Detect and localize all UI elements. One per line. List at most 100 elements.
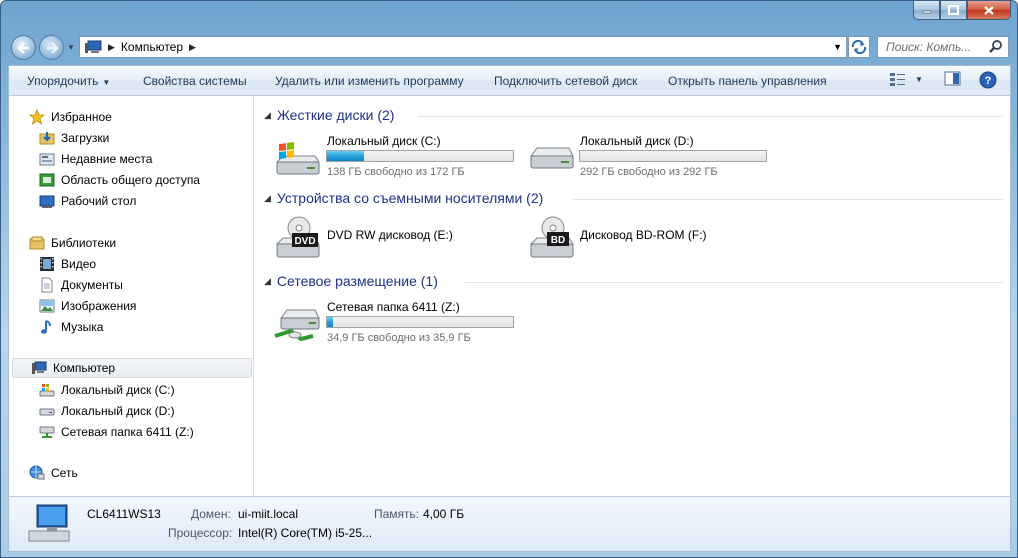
pictures-library-icon	[39, 299, 55, 313]
domain-label: Домен:	[191, 507, 231, 521]
back-button[interactable]	[11, 35, 36, 60]
video-library-icon	[40, 257, 54, 271]
collapse-triangle-icon[interactable]: ◢	[264, 276, 271, 287]
collapse-triangle-icon[interactable]: ◢	[264, 193, 271, 204]
sidebar-item-documents[interactable]: Документы	[39, 275, 123, 295]
sidebar-item-drive-d[interactable]: Локальный диск (D:)	[39, 401, 175, 421]
sidebar-item-label: Локальный диск (C:)	[61, 383, 175, 397]
sidebar-item-label: Изображения	[61, 299, 137, 313]
bd-drive-icon: BD	[529, 216, 574, 258]
drive-tile-d[interactable]: Локальный диск (D:) 292 ГБ свободно из 2…	[527, 132, 767, 182]
downloads-folder-icon	[39, 132, 55, 145]
breadcrumb-separator-icon[interactable]: ▶	[108, 42, 115, 53]
sidebar-item-label: Видео	[61, 257, 97, 271]
system-properties-button[interactable]: Свойства системы	[143, 74, 247, 88]
domain-value: ui-miit.local	[238, 507, 299, 521]
sidebar-item-pictures[interactable]: Изображения	[39, 296, 136, 316]
memory-label: Память:	[374, 507, 420, 521]
arrow-right-icon	[46, 41, 59, 54]
group-header-removable[interactable]: ◢ Устройства со съемными носителями (2)	[255, 190, 1010, 206]
group-header-network[interactable]: ◢ Сетевое размещение (1)	[255, 273, 1010, 289]
address-bar[interactable]: ▶ Компьютер ▶ ▼	[79, 36, 847, 58]
help-button[interactable]: ?	[979, 71, 997, 89]
minimize-button[interactable]	[913, 1, 940, 20]
cpu-label: Процессор:	[168, 526, 233, 540]
drive-free-space: 34,9 ГБ свободно из 35,9 ГБ	[327, 332, 471, 344]
sidebar-item-video[interactable]: Видео	[39, 254, 96, 274]
group-title: Жесткие диски (2)	[276, 107, 395, 123]
change-view-button[interactable]: ▼	[889, 71, 923, 87]
drive-tile-c[interactable]: Локальный диск (C:) 138 ГБ свободно из 1…	[273, 132, 514, 182]
hard-drive-icon	[39, 408, 55, 416]
address-history-dropdown[interactable]: ▼	[833, 42, 842, 52]
drive-usage-bar	[579, 150, 767, 162]
command-bar: Упорядочить ▼ Свойства системы Удалить ил…	[8, 65, 1011, 96]
group-title: Устройства со съемными носителями (2)	[276, 190, 544, 206]
sidebar-network[interactable]: Сеть	[29, 463, 78, 483]
sidebar-libraries-label: Библиотеки	[51, 236, 117, 250]
search-icon[interactable]	[988, 39, 1004, 55]
preview-pane-icon	[944, 71, 961, 86]
recent-pages-dropdown[interactable]: ▼	[67, 43, 75, 52]
memory-value: 4,00 ГБ	[423, 507, 465, 521]
sidebar-item-desktop[interactable]: Рабочий стол	[39, 191, 136, 211]
forward-button[interactable]	[39, 35, 64, 60]
sidebar-libraries[interactable]: Библиотеки	[29, 233, 116, 253]
search-placeholder: Поиск: Компь...	[886, 40, 972, 54]
sidebar-item-music[interactable]: Музыка	[39, 317, 103, 337]
sidebar-favorites-label: Избранное	[51, 110, 112, 124]
view-options-icon	[890, 73, 905, 86]
network-drive-icon	[39, 426, 55, 438]
breadcrumb-computer[interactable]: Компьютер	[121, 40, 183, 54]
drive-tile-z[interactable]: Сетевая папка 6411 (Z:) 34,9 ГБ свободно…	[273, 298, 514, 348]
computer-large-icon	[28, 504, 70, 542]
breadcrumb-separator-icon[interactable]: ▶	[189, 42, 196, 53]
close-button[interactable]	[967, 1, 1011, 20]
organize-button[interactable]: Упорядочить ▼	[27, 74, 110, 88]
sidebar-favorites[interactable]: Избранное	[29, 107, 112, 127]
uninstall-program-button[interactable]: Удалить или изменить программу	[275, 74, 464, 88]
drive-name: DVD RW дисковод (E:)	[327, 228, 453, 242]
chevron-down-icon: ▼	[102, 78, 111, 87]
refresh-button[interactable]	[848, 36, 870, 58]
caption-buttons	[913, 1, 1011, 20]
search-input[interactable]: Поиск: Компь...	[877, 36, 1009, 58]
help-icon: ?	[979, 71, 997, 89]
group-header-hard-disks[interactable]: ◢ Жесткие диски (2)	[255, 107, 1010, 123]
pc-name: CL6411WS13	[87, 507, 161, 521]
sidebar-item-downloads[interactable]: Загрузки	[39, 128, 109, 148]
sidebar-item-label: Рабочий стол	[61, 194, 137, 208]
sidebar-item-recent-places[interactable]: Недавние места	[39, 149, 152, 169]
desktop-icon	[39, 195, 55, 208]
sidebar-computer[interactable]: Компьютер	[12, 358, 252, 378]
drive-usage-bar	[326, 316, 514, 328]
minimize-icon	[922, 10, 931, 14]
computer-icon	[32, 361, 47, 374]
sidebar-item-drive-z[interactable]: Сетевая папка 6411 (Z:)	[39, 422, 194, 442]
content-area: Избранное Загрузки Недавние места Област…	[8, 96, 1011, 496]
collapse-triangle-icon[interactable]: ◢	[264, 110, 271, 121]
public-folder-icon	[39, 173, 55, 187]
recent-places-icon	[39, 153, 55, 166]
system-drive-icon	[39, 384, 55, 397]
sidebar-item-label: Сетевая папка 6411 (Z:)	[61, 425, 194, 439]
drive-usage-fill	[327, 151, 365, 161]
sidebar-item-label: Музыка	[61, 320, 104, 334]
group-divider	[418, 116, 1003, 117]
preview-pane-button[interactable]	[944, 71, 962, 87]
maximize-button[interactable]	[940, 1, 967, 20]
open-control-panel-button[interactable]: Открыть панель управления	[668, 74, 827, 88]
computer-icon	[85, 40, 102, 53]
drive-tile-f[interactable]: BD Дисковод BD-ROM (F:)	[527, 214, 767, 264]
file-view: ◢ Жесткие диски (2) Локальный диск (C:)	[255, 96, 1010, 496]
drive-tile-e[interactable]: DVD DVD RW дисковод (E:)	[273, 214, 513, 264]
map-network-drive-button[interactable]: Подключить сетевой диск	[494, 74, 637, 88]
explorer-window: ▼ ▶ Компьютер ▶ ▼ Поиск: Компь... Упоряд…	[0, 0, 1018, 558]
organize-label: Упорядочить	[27, 74, 99, 88]
chevron-down-icon: ▼	[915, 74, 923, 84]
sidebar-item-drive-c[interactable]: Локальный диск (C:)	[39, 380, 175, 400]
maximize-icon	[948, 5, 959, 15]
drive-name: Локальный диск (C:)	[327, 134, 441, 148]
sidebar-item-public[interactable]: Область общего доступа	[39, 170, 200, 190]
sidebar-computer-label: Компьютер	[53, 361, 116, 375]
